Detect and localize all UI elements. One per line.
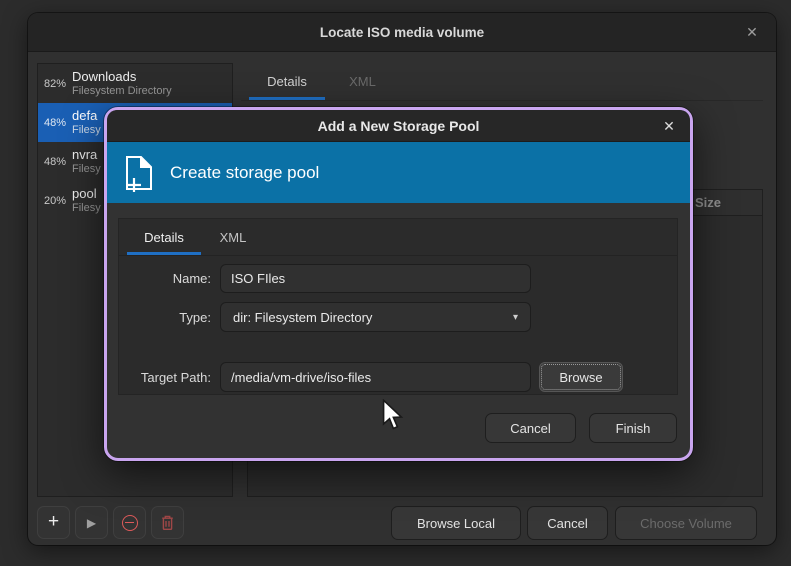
pool-type-dropdown[interactable]: dir: Filesystem Directory ▾ bbox=[220, 302, 531, 332]
pool-name: defa bbox=[72, 109, 101, 124]
pool-type: Filesy bbox=[72, 202, 101, 215]
create-pool-banner: Create storage pool bbox=[107, 142, 690, 203]
dialog-finish-button[interactable]: Finish bbox=[589, 413, 677, 443]
pool-usage-percent: 48% bbox=[38, 156, 72, 168]
dialog-cancel-button[interactable]: Cancel bbox=[485, 413, 576, 443]
pool-item-text: defa Filesy bbox=[72, 109, 101, 137]
dialog-notebook: Details XML Name: Type: dir: Filesystem … bbox=[118, 218, 678, 395]
dialog-tabs: Details XML bbox=[119, 219, 265, 255]
add-storage-pool-dialog: Add a New Storage Pool ✕ Create storage … bbox=[104, 107, 693, 461]
pool-name: Downloads bbox=[72, 70, 172, 85]
pool-name: nvra bbox=[72, 148, 101, 163]
name-label: Name: bbox=[119, 271, 211, 286]
close-icon[interactable]: ✕ bbox=[742, 13, 762, 52]
document-plus-icon bbox=[121, 152, 157, 194]
pool-type: Filesy bbox=[72, 163, 101, 176]
size-column-header[interactable]: Size bbox=[695, 190, 721, 216]
pool-usage-percent: 82% bbox=[38, 78, 72, 90]
window-title: Locate ISO media volume bbox=[28, 13, 776, 52]
pool-usage-percent: 20% bbox=[38, 195, 72, 207]
dialog-tab-divider bbox=[119, 255, 677, 256]
pool-name: pool bbox=[72, 187, 101, 202]
tab-divider bbox=[241, 100, 763, 101]
window-action-bar: Browse Local Cancel Choose Volume bbox=[28, 506, 776, 540]
dialog-title: Add a New Storage Pool bbox=[107, 110, 690, 142]
pool-type: Filesystem Directory bbox=[72, 85, 172, 98]
pool-name-input[interactable] bbox=[220, 264, 531, 293]
dialog-titlebar[interactable]: Add a New Storage Pool ✕ bbox=[107, 110, 690, 142]
choose-volume-button[interactable]: Choose Volume bbox=[615, 506, 757, 540]
pool-list-item[interactable]: 82% Downloads Filesystem Directory bbox=[38, 64, 232, 103]
pool-type: Filesy bbox=[72, 124, 101, 137]
type-label: Type: bbox=[119, 310, 211, 325]
dialog-tab-xml[interactable]: XML bbox=[201, 219, 265, 255]
browse-local-button[interactable]: Browse Local bbox=[391, 506, 521, 540]
volume-panel-tabs: Details XML bbox=[249, 63, 400, 100]
pool-item-text: Downloads Filesystem Directory bbox=[72, 70, 172, 98]
tab-xml[interactable]: XML bbox=[325, 63, 400, 100]
browse-button[interactable]: Browse bbox=[539, 362, 623, 392]
pool-usage-percent: 48% bbox=[38, 117, 72, 129]
target-path-input[interactable] bbox=[220, 362, 531, 392]
window-cancel-button[interactable]: Cancel bbox=[527, 506, 608, 540]
pool-type-value: dir: Filesystem Directory bbox=[233, 310, 372, 325]
pool-item-text: nvra Filesy bbox=[72, 148, 101, 176]
banner-text: Create storage pool bbox=[170, 163, 319, 183]
target-path-label: Target Path: bbox=[119, 370, 211, 385]
chevron-down-icon: ▾ bbox=[513, 312, 518, 323]
dialog-tab-details[interactable]: Details bbox=[127, 219, 201, 255]
dialog-close-icon[interactable]: ✕ bbox=[660, 110, 678, 142]
pool-item-text: pool Filesy bbox=[72, 187, 101, 215]
window-titlebar[interactable]: Locate ISO media volume ✕ bbox=[28, 13, 776, 52]
tab-details[interactable]: Details bbox=[249, 63, 325, 100]
